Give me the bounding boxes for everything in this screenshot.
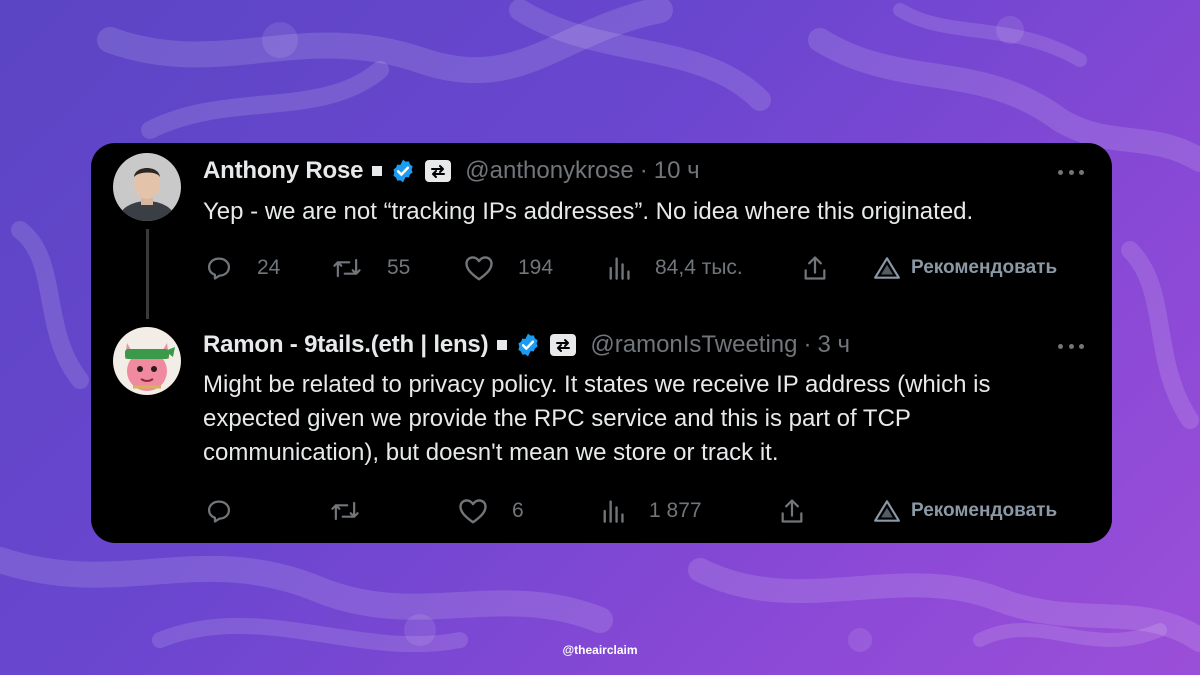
verified-badge-icon <box>393 159 413 183</box>
avatar[interactable] <box>113 153 181 221</box>
tweet-text: Yep - we are not “tracking IPs addresses… <box>203 198 974 225</box>
like-icon <box>459 499 487 524</box>
swap-arrows-icon <box>425 160 452 182</box>
author-name[interactable]: Ramon - 9tails.(eth | lens) <box>203 330 489 360</box>
share-icon <box>781 499 803 523</box>
more-options-icon[interactable] <box>1058 342 1084 350</box>
share-icon <box>804 256 826 280</box>
tweet-header: Ramon - 9tails.(eth | lens) @ramonIsTwee… <box>203 330 850 360</box>
retweet-count: 55 <box>387 256 411 279</box>
recommend-icon <box>874 257 900 279</box>
separator-dot: · <box>803 331 812 358</box>
author-handle[interactable]: @ramonIsTweeting <box>590 330 797 360</box>
avatar-cartoon-fox-icon <box>113 327 181 395</box>
views-icon <box>603 500 624 523</box>
recommend-icon <box>874 500 900 522</box>
retweet-button[interactable] <box>329 491 385 531</box>
like-count: 194 <box>518 256 554 279</box>
tweet-actions: 24 55 194 84,4 тыс. Рекомендовать <box>91 248 1112 288</box>
retweet-icon <box>331 501 359 521</box>
views-count: 1 877 <box>649 499 702 522</box>
avatar-portrait-icon <box>113 153 181 221</box>
separator-dot: · <box>639 157 648 184</box>
square-emoji-icon <box>497 340 508 350</box>
views-button[interactable]: 1 877 <box>601 491 702 531</box>
watermark: @theairclaim <box>562 643 638 657</box>
recommend-button[interactable]: Рекомендовать <box>873 491 1057 531</box>
like-count: 6 <box>512 499 524 522</box>
share-button[interactable] <box>802 248 828 288</box>
avatar[interactable] <box>113 327 181 395</box>
reply-button[interactable] <box>205 491 257 531</box>
recommend-label: Рекомендовать <box>911 257 1058 278</box>
recommend-button[interactable]: Рекомендовать <box>873 248 1057 288</box>
tweet-thread-card: Anthony Rose @anthonykrose · 10 ч Yep - … <box>91 143 1112 543</box>
retweet-icon <box>333 258 361 278</box>
views-button[interactable]: 84,4 тыс. <box>607 248 743 288</box>
recommend-label: Рекомендовать <box>911 500 1058 521</box>
views-icon <box>609 257 630 280</box>
author-name[interactable]: Anthony Rose <box>203 156 363 186</box>
tweet-timestamp[interactable]: 10 ч <box>654 156 700 186</box>
like-button[interactable]: 6 <box>458 491 524 531</box>
reply-count: 24 <box>257 256 281 279</box>
retweet-button[interactable]: 55 <box>331 248 410 288</box>
like-icon <box>465 256 493 281</box>
views-count: 84,4 тыс. <box>655 256 743 279</box>
reply-button[interactable]: 24 <box>205 248 280 288</box>
verified-badge-icon <box>518 333 539 357</box>
tweet-timestamp[interactable]: 3 ч <box>818 330 851 360</box>
swap-arrows-icon <box>550 334 577 356</box>
reply-icon <box>207 257 231 280</box>
author-handle[interactable]: @anthonykrose <box>465 156 633 186</box>
more-options-icon[interactable] <box>1058 168 1084 176</box>
tweet-actions: 6 1 877 Рекомендовать <box>91 491 1112 531</box>
share-button[interactable] <box>779 491 805 531</box>
like-button[interactable]: 194 <box>464 248 553 288</box>
tweet-text: Might be related to privacy policy. It s… <box>203 371 991 466</box>
tweet-header: Anthony Rose @anthonykrose · 10 ч <box>203 156 700 186</box>
reply-icon <box>207 500 231 523</box>
square-emoji-icon <box>372 166 383 176</box>
